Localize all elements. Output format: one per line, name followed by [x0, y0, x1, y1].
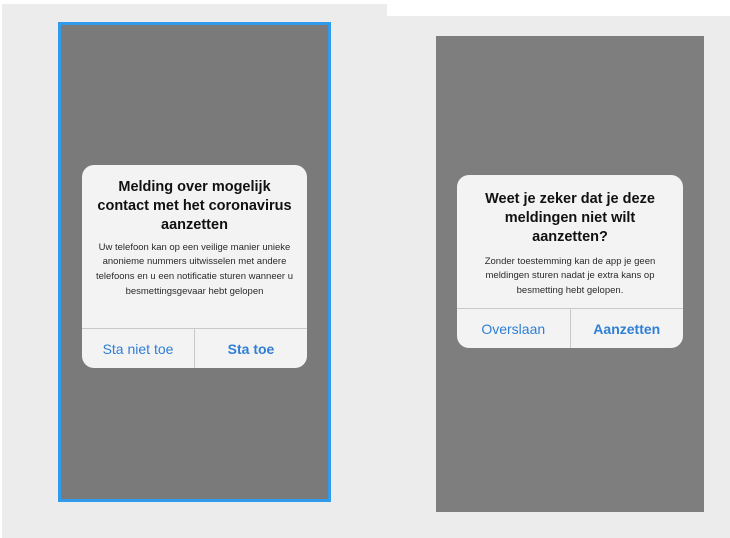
dialog-title: Melding over mogelijk contact met het co…: [97, 179, 292, 233]
allow-button[interactable]: Sta toe: [194, 329, 307, 368]
enable-button[interactable]: Aanzetten: [569, 309, 684, 348]
confirmation-dialog: Weet je zeker dat je deze meldingen niet…: [457, 175, 683, 348]
dialog-actions: Overslaan Aanzetten: [457, 308, 683, 348]
deny-button[interactable]: Sta niet toe: [82, 329, 194, 368]
dialog-message: Uw telefoon kan op een veilige manier un…: [96, 241, 293, 297]
dialog-title: Weet je zeker dat je deze meldingen niet…: [485, 191, 655, 245]
dialog-actions: Sta niet toe Sta toe: [82, 328, 307, 368]
permission-dialog: Melding over mogelijk contact met het co…: [82, 165, 307, 368]
dialog-message: Zonder toestemming kan de app je geen me…: [484, 255, 656, 296]
skip-button[interactable]: Overslaan: [457, 309, 570, 348]
